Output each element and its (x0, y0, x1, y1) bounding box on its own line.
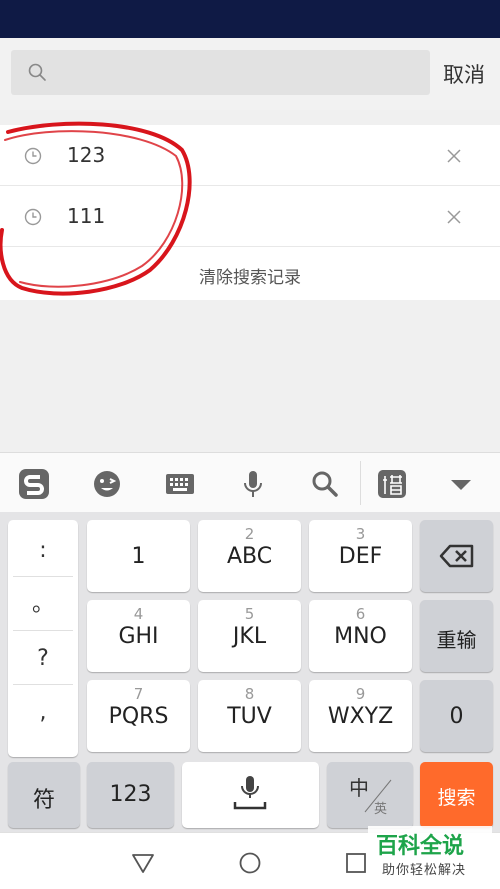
key-label: 1 (131, 544, 146, 569)
microphone-icon (233, 776, 267, 810)
clipboard-icon[interactable] (375, 467, 409, 501)
key-wxyz[interactable]: 9 WXYZ (309, 680, 412, 752)
key-label: 搜索 (437, 787, 476, 809)
key-label: DEF (338, 544, 383, 569)
key-number: 3 (355, 525, 366, 543)
home-icon[interactable] (238, 851, 262, 875)
key-ghi[interactable]: 4 GHI (87, 600, 190, 672)
keyboard-toolbar (0, 452, 500, 512)
key-def[interactable]: 3 DEF (309, 520, 412, 592)
history-item-text: 111 (67, 204, 106, 228)
slash-divider (364, 779, 392, 813)
collapse-keyboard-icon[interactable] (444, 467, 478, 501)
key-number: 4 (133, 605, 144, 623)
backspace-key[interactable] (420, 520, 493, 592)
history-item[interactable]: 111 (0, 186, 500, 247)
keyboard: : 。 ? , 1 2 ABC 3 DEF 4 GHI 5 JKL 6 MNO … (0, 512, 500, 832)
key-label: 符 (32, 788, 55, 813)
key-1[interactable]: 1 (87, 520, 190, 592)
punctuation-key[interactable]: : (13, 525, 73, 577)
sogou-logo-icon[interactable] (17, 467, 51, 501)
punctuation-key[interactable]: ? (13, 633, 73, 685)
microphone-icon[interactable] (236, 467, 270, 501)
key-tuv[interactable]: 8 TUV (198, 680, 301, 752)
recent-apps-icon[interactable] (344, 851, 368, 875)
search-key[interactable]: 搜索 (420, 762, 493, 828)
search-icon[interactable] (308, 467, 342, 501)
key-number: 9 (355, 685, 366, 703)
key-label: TUV (227, 704, 272, 729)
key-number: 2 (244, 525, 255, 543)
key-abc[interactable]: 2 ABC (198, 520, 301, 592)
keyboard-icon[interactable] (163, 467, 197, 501)
symbol-key[interactable]: 符 (8, 762, 80, 828)
retype-key[interactable]: 重输 (420, 600, 493, 672)
language-switch-key[interactable]: 中 英 (327, 762, 413, 828)
search-icon (28, 63, 46, 81)
search-box[interactable] (11, 50, 430, 95)
backspace-icon (439, 544, 474, 568)
key-mno[interactable]: 6 MNO (309, 600, 412, 672)
search-history-list: 123 111 清除搜索记录 (0, 125, 500, 300)
punctuation-key[interactable]: 。 (13, 579, 73, 631)
close-icon[interactable] (446, 148, 462, 164)
key-label: WXYZ (327, 704, 394, 729)
key-label: MNO (334, 624, 387, 649)
clear-history-button[interactable]: 清除搜索记录 (0, 263, 500, 288)
search-input[interactable] (57, 50, 417, 95)
history-item-text: 123 (67, 143, 106, 167)
punctuation-key[interactable]: , (13, 687, 73, 739)
key-label: 0 (449, 704, 464, 729)
watermark-subtitle: 助你轻松解决 (382, 863, 467, 878)
key-0[interactable]: 0 (420, 680, 493, 752)
clock-icon (24, 147, 42, 165)
key-label: GHI (118, 624, 159, 649)
key-label: 123 (109, 782, 152, 807)
key-label: ABC (226, 544, 273, 569)
search-header: 取消 (0, 38, 500, 110)
key-number: 6 (355, 605, 366, 623)
punctuation-column: : 。 ? , (8, 520, 78, 757)
back-icon[interactable] (131, 851, 155, 875)
key-number: 7 (133, 685, 144, 703)
lang-en-label: 英 (374, 802, 388, 817)
close-icon[interactable] (446, 209, 462, 225)
clock-icon (24, 208, 42, 226)
watermark-title: 百科全说 (376, 834, 465, 859)
number-mode-key[interactable]: 123 (87, 762, 174, 828)
key-number: 8 (244, 685, 255, 703)
key-label: 重输 (436, 628, 477, 652)
key-number: 5 (244, 605, 255, 623)
space-key[interactable] (182, 762, 319, 828)
key-pqrs[interactable]: 7 PQRS (87, 680, 190, 752)
toolbar-divider (360, 461, 361, 505)
history-item[interactable]: 123 (0, 125, 500, 186)
watermark-logo: 百科全说 助你轻松解决 (368, 826, 492, 882)
key-label: PQRS (108, 704, 169, 729)
cancel-button[interactable]: 取消 (443, 59, 485, 89)
status-bar (0, 0, 500, 38)
key-jkl[interactable]: 5 JKL (198, 600, 301, 672)
emoji-icon[interactable] (90, 467, 124, 501)
key-label: JKL (232, 624, 267, 649)
